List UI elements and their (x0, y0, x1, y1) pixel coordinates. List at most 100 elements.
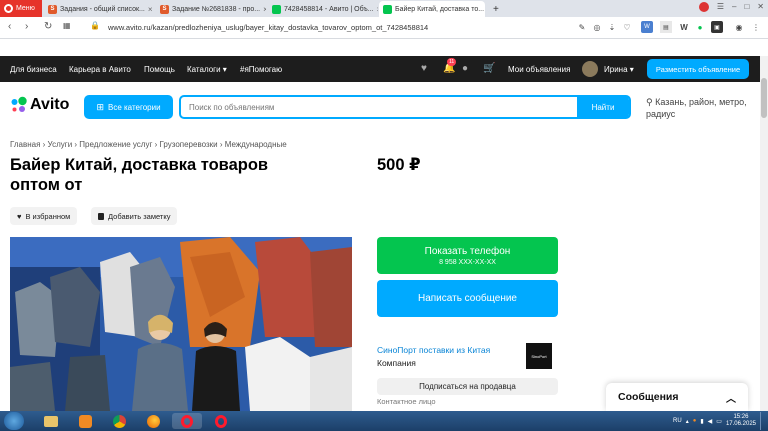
write-message-button[interactable]: Написать сообщение (377, 280, 558, 317)
opera-taskbar-icon-2[interactable] (206, 413, 236, 429)
listing-photo[interactable] (10, 237, 352, 411)
location-selector[interactable]: ⚲ Казань, район, метро, радиус (646, 96, 756, 120)
lock-icon: 🔒 (90, 21, 100, 30)
my-ads-link[interactable]: Мои объявления (508, 65, 570, 74)
extension-dark-icon[interactable]: ▣ (711, 21, 723, 33)
tab-label: 7428458814 - Авито | Объ... (284, 5, 374, 13)
breadcrumb[interactable]: Главная › Услуги › Предложение услуг › Г… (10, 140, 287, 149)
battery-icon[interactable]: ▭ (716, 418, 722, 425)
url-input[interactable]: www.avito.ru/kazan/predlozheniya_uslug/b… (108, 23, 428, 32)
tab-label: Задание №2681838 - про... (172, 5, 261, 13)
extension-w2-icon[interactable]: W (678, 21, 690, 33)
note-label: Добавить заметку (108, 211, 171, 221)
windows-taskbar: RU ▴ ● ▮ ◀ ▭ 15:26 17.06.2025 (0, 411, 768, 431)
avito-icon (383, 4, 392, 14)
media-player-icon[interactable] (70, 413, 100, 429)
tab-label: Байер Китай, доставка то... (395, 5, 485, 13)
nav-yapomogayu[interactable]: #яПомогаю (240, 65, 282, 74)
chrome-icon[interactable] (104, 413, 134, 429)
clock-date: 17.06.2025 (725, 421, 756, 427)
chevron-up-icon[interactable]: ︿ (726, 390, 736, 405)
edit-icon[interactable]: ✎ (576, 21, 588, 33)
close-window-icon[interactable]: ✕ (757, 2, 764, 12)
messages-widget[interactable]: Сообщения ︿ (606, 383, 748, 411)
opera-taskbar-icon[interactable] (172, 413, 202, 429)
messages-label: Сообщения (618, 391, 679, 403)
minimize-icon[interactable]: – (732, 2, 736, 12)
tab-label: Задания - общий список... (60, 5, 145, 13)
avito-logo[interactable]: Avito (10, 96, 69, 114)
explorer-icon[interactable] (36, 413, 66, 429)
seller-logo[interactable]: SinoPort (526, 343, 552, 369)
account-icon[interactable]: ◉ (733, 21, 745, 33)
seller-type: Компания (377, 358, 416, 368)
avito-logo-icon (11, 96, 27, 112)
extension-w-icon[interactable]: W (641, 21, 653, 33)
search-box: Найти (179, 95, 631, 119)
cart-icon[interactable]: 🛒 (483, 63, 495, 74)
download-icon[interactable]: ⇣ (606, 21, 618, 33)
nav-help[interactable]: Помощь (144, 65, 175, 74)
network-icon[interactable]: ▮ (700, 418, 703, 425)
clock[interactable]: 15:26 17.06.2025 (726, 414, 756, 428)
post-ad-button[interactable]: Разместить объявление (647, 59, 749, 79)
system-tray: RU ▴ ● ▮ ◀ ▭ 15:26 17.06.2025 (673, 411, 764, 431)
show-phone-button[interactable]: Показать телефон 8 958 XXX-XX-XX (377, 237, 558, 274)
speed-dial-icon[interactable]: ▦ (63, 21, 71, 30)
language-indicator[interactable]: RU (673, 418, 682, 424)
all-categories-button[interactable]: ⊞ Все категории (84, 95, 173, 119)
tray-expand-icon[interactable]: ▴ (686, 418, 689, 425)
maximize-icon[interactable]: □ (744, 2, 749, 12)
reload-icon[interactable]: ↻ (44, 21, 52, 32)
avito-top-nav: Для бизнеса Карьера в Авито Помощь Катал… (0, 56, 760, 82)
tab-tasks-list[interactable]: S Задания - общий список... × (44, 1, 154, 17)
listing-photo-image (10, 237, 352, 411)
sp-icon: S (160, 4, 169, 14)
opera-tray-icon[interactable]: ● (693, 418, 697, 424)
window-controls: ☰ – □ ✕ (698, 2, 764, 12)
add-note-button[interactable]: Добавить заметку (91, 207, 178, 225)
nav-catalogs[interactable]: Каталоги ▾ (187, 65, 227, 74)
back-icon[interactable]: ‹ (8, 21, 11, 32)
address-bar: ‹ › ↻ ▦ 🔒 www.avito.ru/kazan/predlozheni… (0, 17, 768, 39)
extension-tag-icon[interactable]: ● (694, 21, 706, 33)
profile-icon[interactable] (698, 2, 709, 12)
chat-icon[interactable]: ● (462, 63, 468, 74)
camera-icon[interactable]: ◎ (591, 21, 603, 33)
favorites-heart-icon[interactable]: ♥ (421, 63, 427, 74)
volume-icon[interactable]: ◀ (708, 418, 713, 425)
avatar[interactable] (582, 61, 598, 77)
close-icon[interactable]: × (377, 5, 378, 14)
search-input[interactable] (189, 101, 579, 113)
favorite-label: В избранном (25, 211, 71, 221)
new-tab-button[interactable]: + (489, 1, 503, 17)
start-button[interactable] (4, 412, 24, 430)
favorite-button[interactable]: ♥ В избранном (10, 207, 78, 225)
firefox-icon[interactable] (138, 413, 168, 429)
show-desktop-button[interactable] (760, 412, 764, 430)
search-button[interactable]: Найти (577, 95, 629, 119)
scrollbar-thumb[interactable] (761, 78, 767, 118)
more-menu-icon[interactable]: ⋮ (750, 21, 762, 33)
tab-bayer-china[interactable]: Байер Китай, доставка то... × (379, 1, 485, 17)
close-icon[interactable]: × (263, 5, 266, 14)
nav-careers[interactable]: Карьера в Авито (69, 65, 131, 74)
forward-icon[interactable]: › (25, 21, 28, 32)
browser-menu-button[interactable]: Меню (0, 0, 42, 17)
sp-icon: S (48, 4, 57, 14)
subscribe-seller-button[interactable]: Подписаться на продавца (377, 378, 558, 395)
note-icon (98, 212, 104, 220)
extension-grid-icon[interactable]: ▤ (660, 21, 672, 33)
bookmark-icon[interactable]: ♡ (621, 21, 633, 33)
contact-person-label: Контактное лицо (377, 397, 436, 406)
nav-business[interactable]: Для бизнеса (10, 65, 57, 74)
tab-task-detail[interactable]: S Задание №2681838 - про... × (156, 1, 266, 17)
seller-name-link[interactable]: СиноПорт поставки из Китая (377, 345, 490, 355)
heart-icon: ♥ (17, 211, 22, 221)
page-scrollbar[interactable] (760, 56, 768, 411)
close-icon[interactable]: × (148, 5, 153, 14)
search-grid-icon: ⊞ (96, 101, 104, 112)
user-menu[interactable]: Ирина ▾ (604, 65, 634, 74)
tab-avito-ad[interactable]: 7428458814 - Авито | Объ... × (268, 1, 378, 17)
bookmarks-icon[interactable]: ☰ (717, 2, 724, 12)
